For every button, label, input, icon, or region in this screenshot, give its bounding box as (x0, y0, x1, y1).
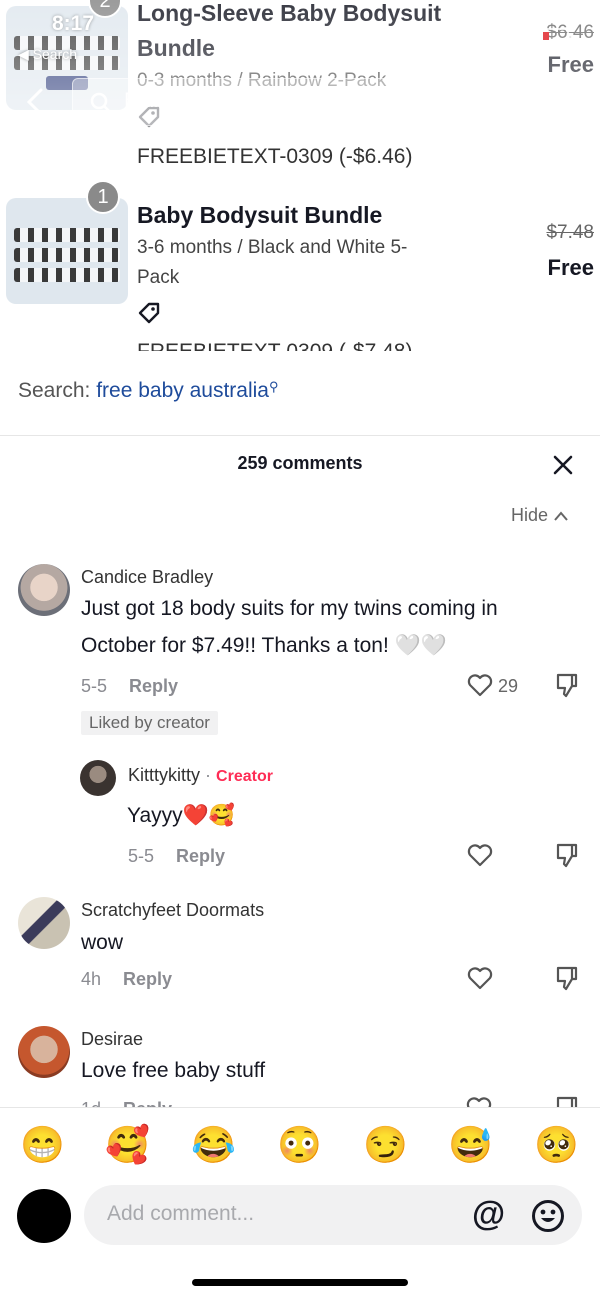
emoji-smirk[interactable]: 😏 (363, 1124, 408, 1166)
heart-icon[interactable] (466, 841, 494, 869)
search-icon (88, 90, 114, 116)
comment-author[interactable]: Scratchyfeet Doormats (81, 900, 264, 921)
product-title: Baby Bodysuit Bundle (137, 202, 383, 228)
product-title: Long-Sleeve Baby Bodysuit (137, 0, 442, 26)
heart-icon[interactable] (466, 964, 494, 992)
emoji-pleading[interactable]: 🥺 (534, 1124, 579, 1166)
related-search-label: Search: (18, 379, 91, 402)
hide-label: Hide (511, 505, 549, 525)
wifi-icon (505, 24, 531, 46)
reply-button[interactable]: Reply (123, 1099, 172, 1107)
search-button[interactable]: Search (489, 89, 556, 113)
comment-text: wow (81, 931, 124, 954)
comment-date: 4h (81, 969, 102, 989)
dislike-icon[interactable] (552, 841, 580, 869)
back-to-app[interactable]: ◀ Search (18, 46, 77, 63)
comment-placeholder: Add comment... (107, 1202, 255, 1225)
avatar[interactable] (18, 897, 70, 949)
reply-button[interactable]: Reply (123, 969, 172, 989)
back-arrow-icon[interactable] (22, 86, 48, 118)
hide-button[interactable]: Hide (511, 505, 569, 526)
separator: · (205, 765, 212, 785)
mention-icon[interactable]: @ (472, 1195, 505, 1234)
dislike-icon[interactable] (554, 1095, 580, 1107)
comment-text: Yayyy❤️🥰 (127, 804, 235, 827)
emoji-sweat-smile[interactable]: 😅 (448, 1124, 493, 1166)
comment-author[interactable]: Desirae (81, 1029, 143, 1050)
quantity-badge: 1 (86, 180, 120, 214)
reply-button[interactable]: Reply (176, 846, 225, 866)
sale-price: Free (547, 255, 594, 280)
dislike-icon[interactable] (552, 671, 580, 699)
emoji-tears-of-joy[interactable]: 😂 (191, 1124, 236, 1166)
like-count: 29 (498, 676, 519, 696)
discount-code: FREEBIETEXT-0309 (-$6.46) (137, 145, 413, 168)
discount-code: FREEBIETEXT-0309 (-$7.48) (137, 340, 412, 351)
close-icon[interactable] (549, 451, 577, 479)
smiley-icon[interactable] (530, 1198, 566, 1234)
emoji-grin[interactable]: 😁 (20, 1124, 65, 1166)
author-name: Kitttykitty (128, 765, 201, 785)
comment-text: Just got 18 body suits for my twins comi… (81, 597, 498, 620)
comment-count: 259 comments (237, 453, 363, 473)
dislike-icon[interactable] (552, 964, 580, 992)
comment-date: 5-5 (81, 676, 108, 696)
product-variant: 3-6 months / Black and White 5- (137, 237, 408, 258)
divider (0, 435, 600, 436)
avatar[interactable] (80, 760, 116, 796)
product-title-line2: Bundle (137, 35, 215, 61)
product-thumbnail (6, 198, 128, 304)
avatar[interactable] (18, 1026, 70, 1078)
emoji-flushed[interactable]: 😳 (277, 1124, 322, 1166)
liked-by-creator-badge: Liked by creator (81, 711, 218, 735)
small-search-icon: ⚲ (269, 379, 279, 394)
heart-icon[interactable] (466, 1096, 494, 1107)
comment-author[interactable]: Kitttykitty · Creator (128, 765, 273, 786)
creator-label: Creator (216, 768, 273, 785)
battery-icon (538, 27, 574, 45)
tag-icon (136, 300, 162, 326)
related-search[interactable]: Search: free baby australia⚲ (18, 379, 279, 403)
product-variant-line2: Pack (137, 267, 180, 288)
comment-author[interactable]: Candice Bradley (81, 567, 213, 588)
heart-icon[interactable] (466, 671, 494, 699)
status-time: 8:17 (52, 12, 95, 35)
avatar[interactable] (18, 564, 70, 616)
emoji-smiling-hearts[interactable]: 🥰 (105, 1124, 150, 1166)
comment-date: 1d (81, 1099, 101, 1107)
comment-date: 5-5 (128, 846, 155, 866)
related-search-query[interactable]: free baby australia (96, 379, 269, 402)
home-indicator[interactable] (192, 1279, 408, 1286)
search-placeholder: Baby Clothes (124, 89, 249, 112)
original-price: $7.48 (546, 222, 594, 243)
comment-text: Love free baby stuff (81, 1059, 266, 1082)
my-avatar[interactable] (17, 1189, 71, 1243)
chevron-up-icon (554, 511, 568, 521)
sale-price: Free (547, 52, 594, 77)
reply-button[interactable]: Reply (129, 676, 178, 696)
comment-text-line2: October for $7.49!! Thanks a ton! 🤍🤍 (81, 634, 447, 657)
signal-icon (470, 28, 498, 44)
